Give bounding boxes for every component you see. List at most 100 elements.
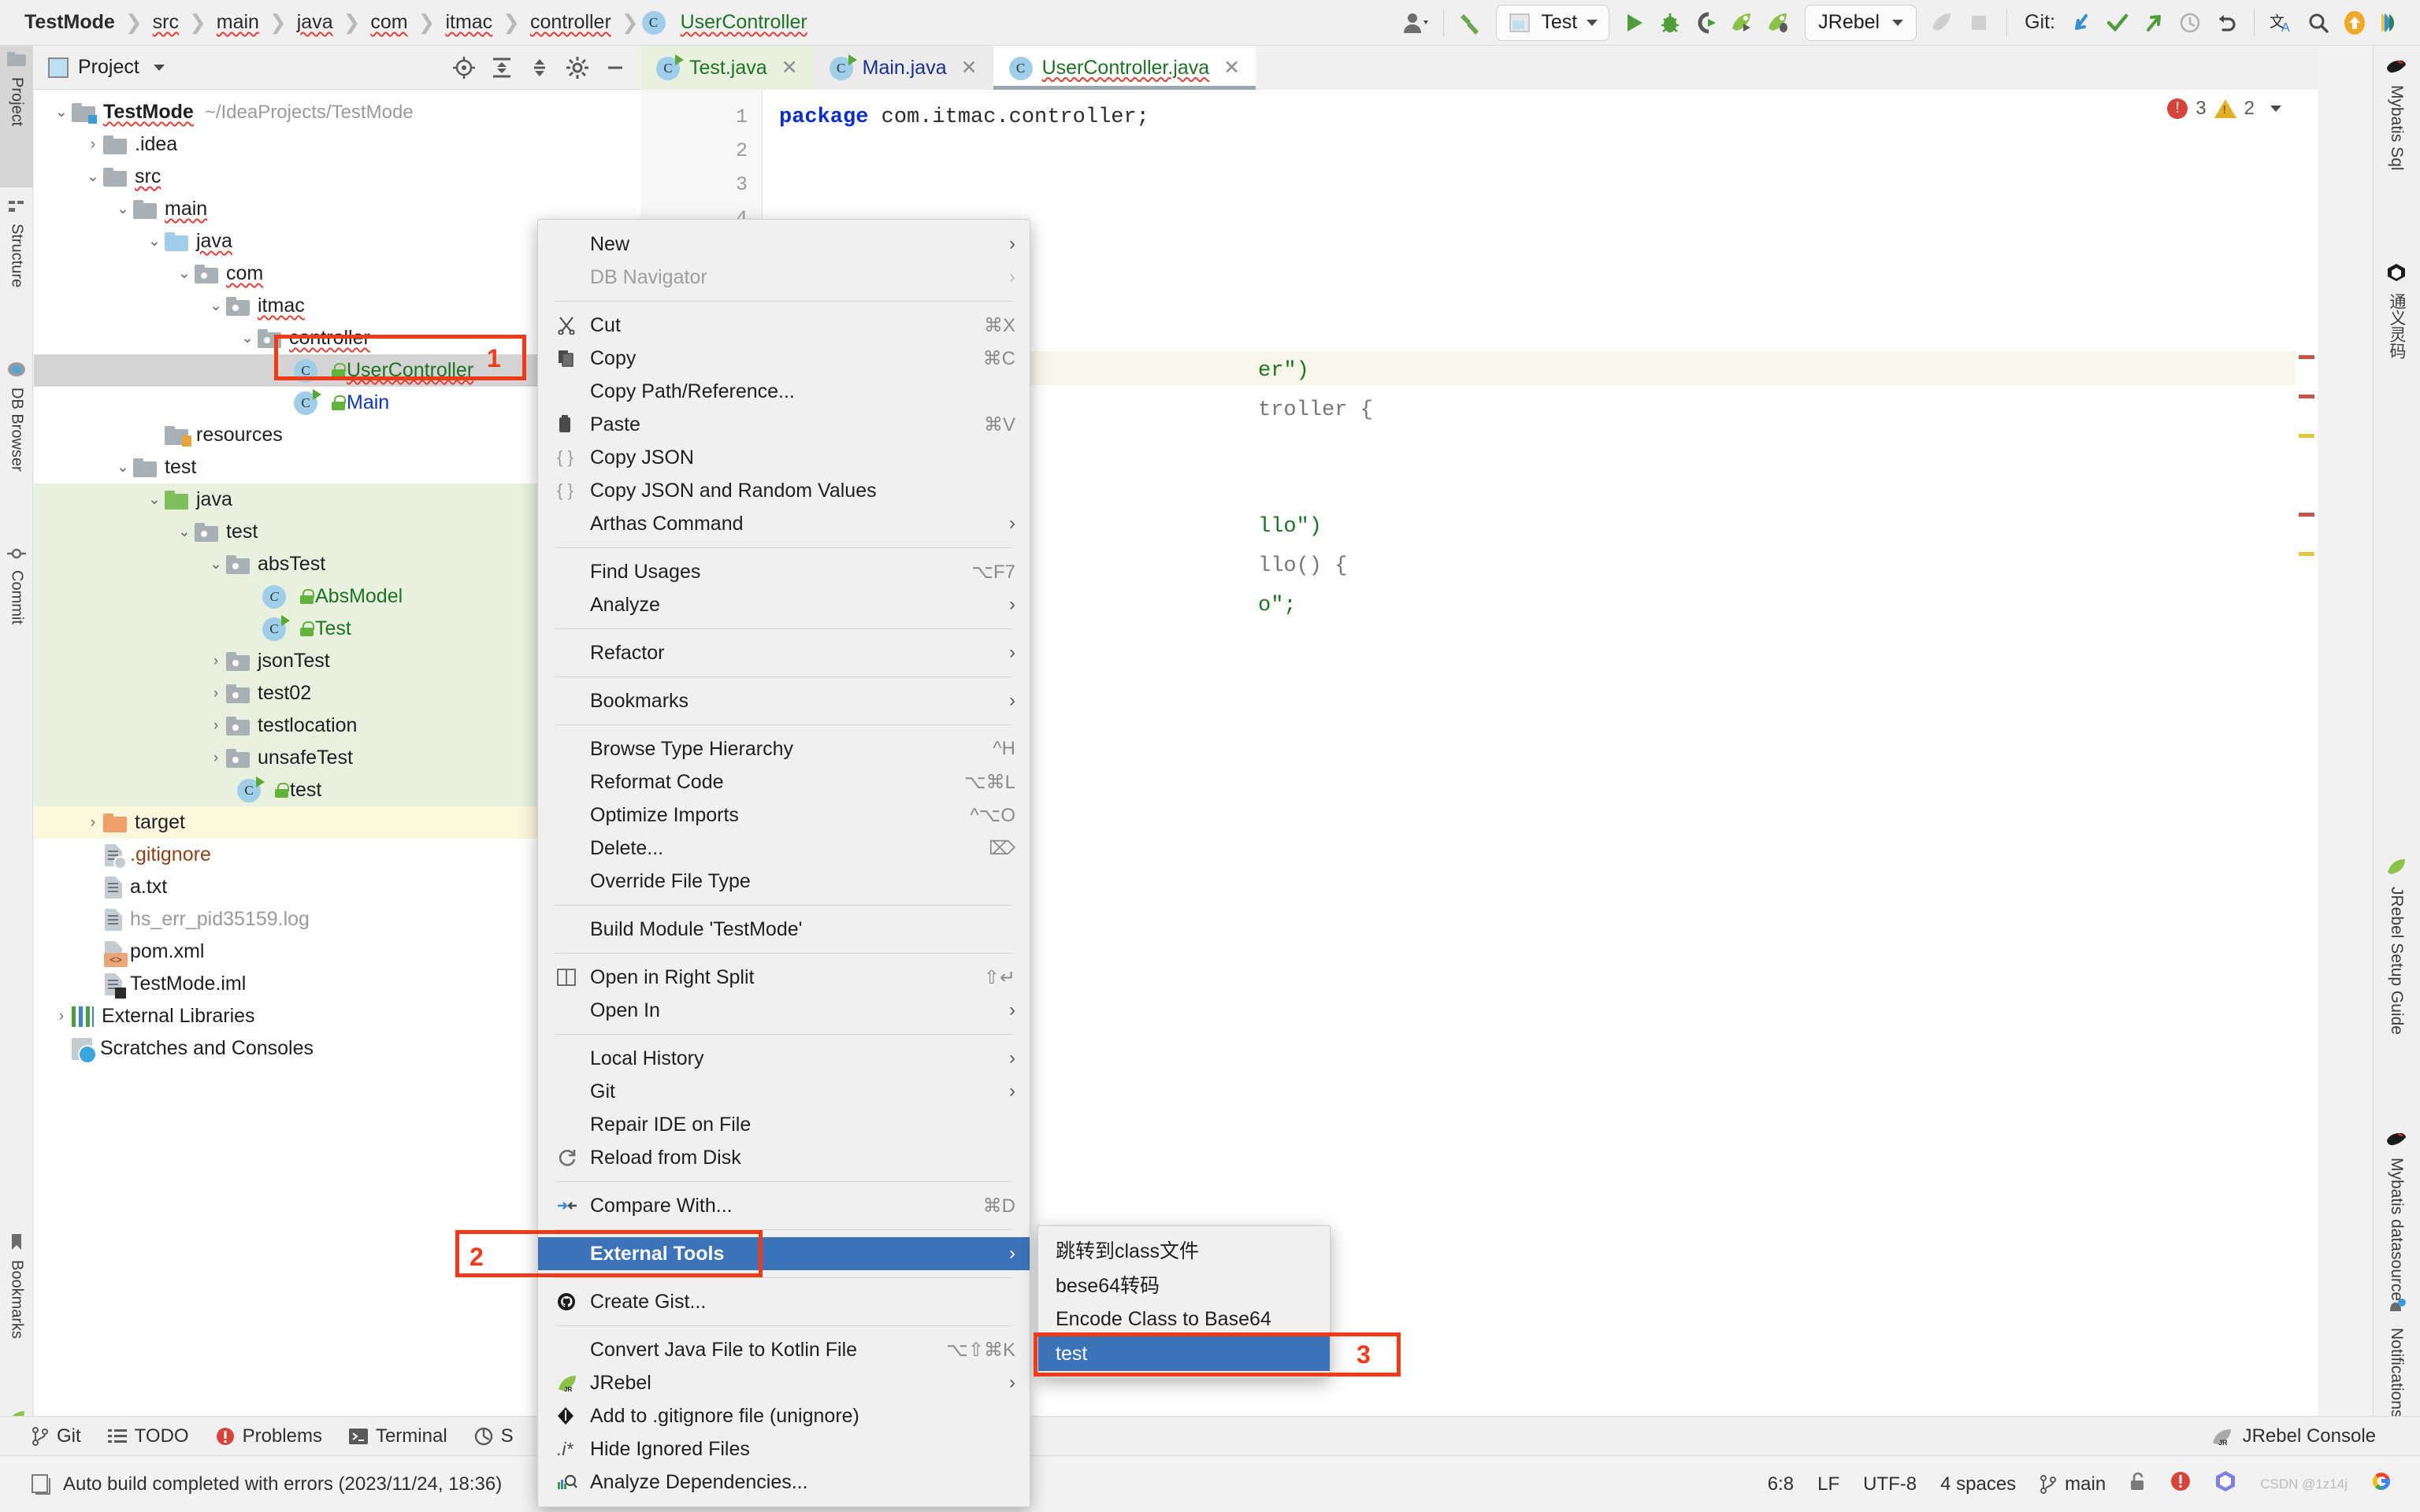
breadcrumb-main[interactable]: main	[210, 11, 266, 34]
menu-item-refactor[interactable]: Refactor ›	[538, 636, 1030, 669]
menu-item-analyze-dependencies[interactable]: Analyze Dependencies...	[538, 1466, 1030, 1499]
chevron-down-icon[interactable]: ⌄	[51, 103, 72, 121]
menu-item-reformat-code[interactable]: Reformat Code ⌥⌘L	[538, 765, 1030, 799]
build-status[interactable]: Auto build completed with errors (2023/1…	[32, 1473, 502, 1495]
expand-all-icon[interactable]	[484, 50, 519, 85]
chevron-down-icon[interactable]: ⌄	[237, 329, 258, 347]
run-configuration-selector[interactable]: Test	[1496, 4, 1610, 41]
line-separator[interactable]: LF	[1817, 1473, 1839, 1495]
close-icon[interactable]: ✕	[961, 56, 978, 80]
menu-item-copy-path-reference[interactable]: Copy Path/Reference...	[538, 375, 1030, 408]
collapse-all-icon[interactable]	[522, 50, 557, 85]
git-update-icon[interactable]	[2063, 5, 2099, 41]
menu-item-delete[interactable]: Delete... ⌦	[538, 832, 1030, 865]
chevron-down-icon[interactable]: ⌄	[83, 168, 103, 186]
jrebel-selector[interactable]: JRebel	[1805, 4, 1917, 41]
chevron-down-icon[interactable]: ⌄	[113, 458, 133, 476]
menu-item-new[interactable]: New ›	[538, 228, 1030, 261]
warning-marker[interactable]	[2299, 552, 2314, 556]
menu-item-browse-type-hierarchy[interactable]: Browse Type Hierarchy ^H	[538, 732, 1030, 765]
indent-setting[interactable]: 4 spaces	[1940, 1473, 2016, 1495]
locate-icon[interactable]	[447, 50, 481, 85]
menu-item-copy-json[interactable]: { } Copy JSON	[538, 441, 1030, 474]
chevron-down-icon[interactable]: ⌄	[144, 491, 165, 509]
chevron-right-icon[interactable]: ›	[206, 685, 226, 702]
menu-item-copy[interactable]: Copy ⌘C	[538, 342, 1030, 375]
warning-marker[interactable]	[2299, 434, 2314, 438]
chevron-down-icon[interactable]: ⌄	[206, 297, 226, 315]
breadcrumb-itmac[interactable]: itmac	[438, 11, 499, 34]
submenu-item-encode-class-to-base64[interactable]: Encode Class to Base64	[1038, 1302, 1330, 1336]
sidebar-item-commit[interactable]: Commit	[0, 540, 33, 682]
sidebar-item-bookmarks[interactable]: Bookmarks	[0, 1227, 33, 1400]
jrebel-debug-icon[interactable]	[1761, 5, 1797, 41]
menu-item-build-module[interactable]: Build Module 'TestMode'	[538, 913, 1030, 946]
inspection-widget[interactable]: ! 3 2	[2167, 98, 2281, 120]
menu-item-add-to-gitignore[interactable]: Add to .gitignore file (unignore)	[538, 1399, 1030, 1432]
sidebar-item-structure[interactable]: Structure	[0, 192, 33, 350]
breadcrumb-controller[interactable]: controller	[523, 11, 618, 34]
run-coverage-icon[interactable]	[1688, 5, 1724, 41]
tab-test-java[interactable]: C Test.java ✕	[640, 46, 814, 90]
menu-item-open-in-right-split[interactable]: Open in Right Split ⇧↵	[538, 961, 1030, 994]
menu-item-copy-json-random-values[interactable]: { } Copy JSON and Random Values	[538, 474, 1030, 507]
jrebel-console-button[interactable]: JR JRebel Console	[2211, 1425, 2420, 1447]
run-icon[interactable]	[1616, 5, 1652, 41]
ide-feature-icon[interactable]	[2373, 5, 2409, 41]
error-marker[interactable]	[2299, 355, 2314, 359]
menu-item-repair-ide-on-file[interactable]: Repair IDE on File	[538, 1108, 1030, 1141]
menu-item-optimize-imports[interactable]: Optimize Imports ^⌥O	[538, 799, 1030, 832]
chevron-down-icon[interactable]: ⌄	[174, 523, 195, 541]
breadcrumb-com[interactable]: com	[363, 11, 414, 34]
breadcrumb-java[interactable]: java	[290, 11, 340, 34]
caret-position[interactable]: 6:8	[1768, 1473, 1794, 1495]
chevron-down-icon[interactable]	[2270, 106, 2281, 112]
sidebar-item-jrebel-setup-guide[interactable]: JRebel Setup Guide	[2373, 849, 2420, 1109]
submenu-item-base64-encode[interactable]: bese64转码	[1038, 1267, 1330, 1302]
submenu-test-item[interactable]: test	[1038, 1336, 1330, 1371]
sidebar-item-project[interactable]: Project	[0, 46, 33, 187]
git-branch-widget[interactable]: main	[2040, 1473, 2106, 1495]
chevron-down-icon[interactable]: ⌄	[113, 200, 133, 218]
hide-icon[interactable]	[598, 50, 633, 85]
chevron-down-icon[interactable]: ⌄	[206, 555, 226, 573]
menu-item-find-usages[interactable]: Find Usages ⌥F7	[538, 555, 1030, 588]
tab-main-java[interactable]: C Main.java ✕	[813, 46, 993, 90]
menu-item-compare-with[interactable]: Compare With... ⌘D	[538, 1189, 1030, 1222]
settings-icon[interactable]	[560, 50, 595, 85]
sidebar-item-tongyi[interactable]: 通义灵码	[2373, 255, 2420, 436]
menu-item-jrebel[interactable]: JR JRebel ›	[538, 1366, 1030, 1399]
menu-item-reload-from-disk[interactable]: Reload from Disk	[538, 1141, 1030, 1174]
error-marker[interactable]	[2299, 395, 2314, 398]
git-push-icon[interactable]	[2136, 5, 2172, 41]
tree-row-testmode[interactable]: ⌄ TestMode ~/IdeaProjects/TestMode	[34, 96, 640, 128]
breadcrumb-src[interactable]: src	[146, 11, 186, 34]
unlock-icon[interactable]	[2129, 1472, 2147, 1496]
bottom-item-problems[interactable]: Problems	[216, 1425, 322, 1447]
menu-item-paste[interactable]: Paste ⌘V	[538, 408, 1030, 441]
chevron-right-icon[interactable]: ›	[51, 1008, 72, 1025]
chevron-right-icon[interactable]: ›	[206, 750, 226, 767]
menu-item-override-file-type[interactable]: Override File Type	[538, 865, 1030, 898]
chevron-right-icon[interactable]: ›	[83, 136, 103, 154]
error-marker[interactable]	[2299, 513, 2314, 517]
editor-marker-strip[interactable]	[2296, 90, 2318, 1467]
file-encoding[interactable]: UTF-8	[1863, 1473, 1917, 1495]
sidebar-item-mybatis-sql[interactable]: Mybatis Sql	[2373, 50, 2420, 247]
menu-item-local-history[interactable]: Local History ›	[538, 1042, 1030, 1075]
git-commit-icon[interactable]	[2099, 5, 2136, 41]
tree-row-idea[interactable]: › .idea	[34, 128, 640, 161]
git-rollback-icon[interactable]	[2208, 5, 2244, 41]
menu-item-create-gist[interactable]: Create Gist...	[538, 1285, 1030, 1318]
menu-item-hide-ignored-files[interactable]: .i* Hide Ignored Files	[538, 1432, 1030, 1466]
search-everywhere-icon[interactable]	[2300, 5, 2336, 41]
chevron-right-icon[interactable]: ›	[83, 814, 103, 832]
menu-item-open-in[interactable]: Open In ›	[538, 994, 1030, 1027]
bottom-item-todo[interactable]: TODO	[107, 1425, 189, 1447]
hammer-build-icon[interactable]	[1453, 5, 1490, 41]
debug-icon[interactable]	[1652, 5, 1688, 41]
user-avatar-icon[interactable]	[1397, 5, 1434, 41]
menu-item-cut[interactable]: Cut ⌘X	[538, 309, 1030, 342]
chevron-down-icon[interactable]: ⌄	[174, 265, 195, 283]
chevron-down-icon[interactable]	[153, 64, 165, 71]
